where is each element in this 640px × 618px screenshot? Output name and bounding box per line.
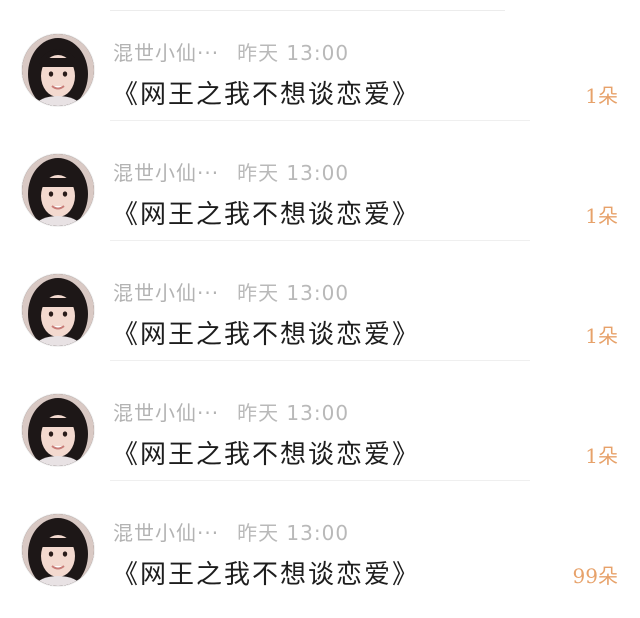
timestamp: 昨天 13:00 — [237, 280, 350, 305]
timestamp: 昨天 13:00 — [237, 160, 350, 185]
flower-count: 1朵 — [585, 204, 618, 228]
timestamp: 昨天 13:00 — [237, 520, 350, 545]
list-item[interactable]: 混世小仙··· 昨天 13:00 《网王之我不想谈恋爱》 99朵 — [0, 480, 640, 600]
list-item[interactable]: 混世小仙··· 昨天 13:00 《网王之我不想谈恋爱》 1朵 — [0, 120, 640, 241]
list-item[interactable]: 混世小仙··· 昨天 13:00 《网王之我不想谈恋爱》 1朵 — [0, 240, 640, 361]
list-item[interactable]: 混世小仙··· 昨天 13:00 《网王之我不想谈恋爱》 1朵 — [0, 360, 640, 481]
username[interactable]: 混世小仙··· — [113, 277, 219, 306]
row-meta: 混世小仙··· 昨天 13:00 — [113, 517, 349, 545]
user-avatar[interactable] — [22, 34, 94, 106]
gift-record-list: 混世小仙··· 昨天 13:00 《网王之我不想谈恋爱》 1朵 混世小仙··· … — [0, 0, 640, 618]
girl-portrait-avatar-icon — [22, 394, 94, 466]
flower-count: 1朵 — [585, 324, 618, 348]
row-meta: 混世小仙··· 昨天 13:00 — [113, 37, 349, 65]
girl-portrait-avatar-icon — [22, 274, 94, 346]
book-title[interactable]: 《网王之我不想谈恋爱》 — [112, 194, 420, 231]
username[interactable]: 混世小仙··· — [113, 517, 219, 546]
username[interactable]: 混世小仙··· — [113, 37, 219, 66]
user-avatar[interactable] — [22, 154, 94, 226]
user-avatar[interactable] — [22, 514, 94, 586]
girl-portrait-avatar-icon — [22, 154, 94, 226]
timestamp: 昨天 13:00 — [237, 40, 350, 65]
timestamp: 昨天 13:00 — [237, 400, 350, 425]
flower-count: 99朵 — [572, 564, 618, 588]
list-item[interactable]: 混世小仙··· 昨天 13:00 《网王之我不想谈恋爱》 1朵 — [0, 0, 640, 121]
book-title[interactable]: 《网王之我不想谈恋爱》 — [112, 434, 420, 471]
book-title[interactable]: 《网王之我不想谈恋爱》 — [112, 314, 420, 351]
girl-portrait-avatar-icon — [22, 514, 94, 586]
flower-count: 1朵 — [585, 444, 618, 468]
username[interactable]: 混世小仙··· — [113, 397, 219, 426]
row-meta: 混世小仙··· 昨天 13:00 — [113, 397, 349, 425]
book-title[interactable]: 《网王之我不想谈恋爱》 — [112, 554, 420, 591]
flower-count: 1朵 — [585, 84, 618, 108]
book-title[interactable]: 《网王之我不想谈恋爱》 — [112, 74, 420, 111]
user-avatar[interactable] — [22, 394, 94, 466]
user-avatar[interactable] — [22, 274, 94, 346]
username[interactable]: 混世小仙··· — [113, 157, 219, 186]
row-meta: 混世小仙··· 昨天 13:00 — [113, 277, 349, 305]
girl-portrait-avatar-icon — [22, 34, 94, 106]
row-meta: 混世小仙··· 昨天 13:00 — [113, 157, 349, 185]
